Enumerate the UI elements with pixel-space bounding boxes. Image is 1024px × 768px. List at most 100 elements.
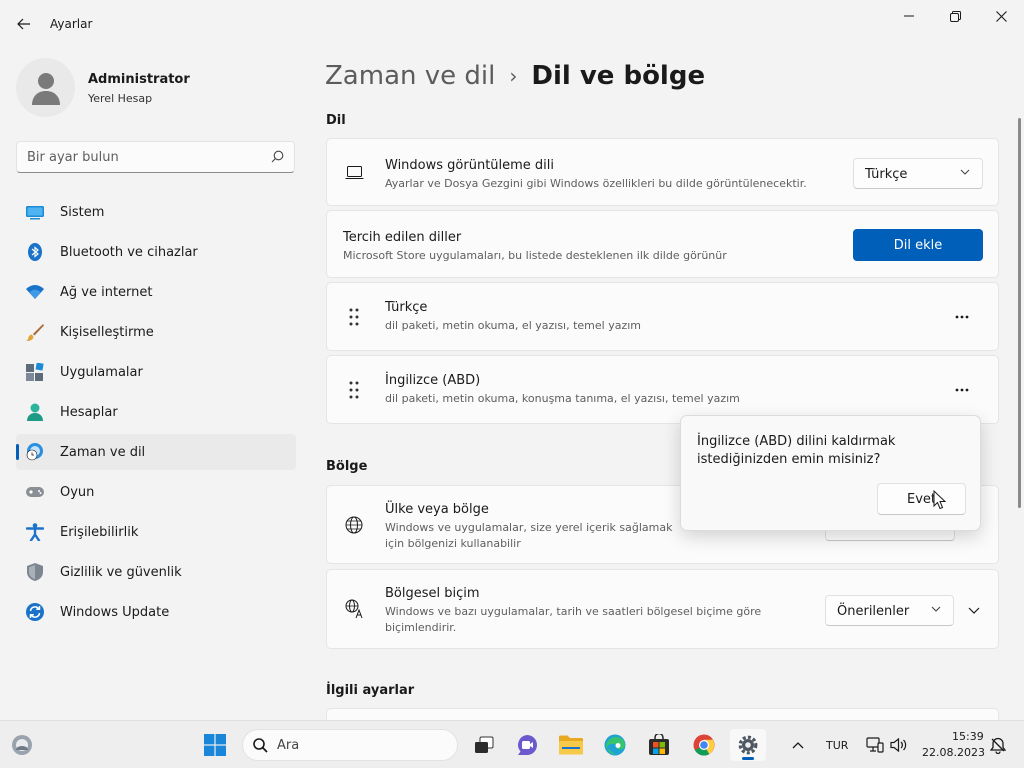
title-bar: Ayarlar [0,0,1024,48]
sidebar-item-label: Ağ ve internet [60,285,153,300]
sidebar-item-label: Kişiselleştirme [60,325,154,340]
expand-button[interactable] [960,596,988,624]
wifi-icon [26,285,44,299]
avatar [16,58,75,117]
taskbar-search[interactable]: Ara [242,729,458,761]
add-language-button[interactable]: Dil ekle [853,229,983,261]
brush-icon [26,324,44,341]
weather-widget[interactable] [4,729,40,761]
clock-date[interactable]: 22.08.2023 [922,746,985,759]
sidebar-item-apps[interactable]: Uygulamalar [16,354,296,390]
chrome-icon [693,734,715,756]
sidebar-item-label: Gizlilik ve güvenlik [60,565,182,580]
gaming-icon [26,487,44,497]
language-item-description: dil paketi, metin okuma, el yazısı, teme… [385,319,642,332]
restore-icon [949,10,961,22]
sidebar-item-label: Hesaplar [60,405,118,420]
sidebar-item-label: Bluetooth ve cihazlar [60,245,198,260]
regional-format-value: Önerilenler [837,604,910,619]
chevron-down-icon [960,169,970,175]
bluetooth-icon [28,243,42,261]
gear-icon [738,735,758,755]
more-icon [955,388,969,392]
system-icon [26,206,44,220]
edge-button[interactable] [597,729,633,761]
display-language-dropdown[interactable]: Türkçe [853,158,983,189]
scrollbar[interactable] [1018,118,1021,508]
regional-format-title: Bölgesel biçim [385,586,480,601]
chrome-button[interactable] [686,729,722,761]
laptop-icon [345,166,364,179]
section-title-language: Dil [326,113,346,128]
regional-format-description: Windows ve bazı uygulamalar, tarih ve sa… [385,605,762,634]
sidebar-item-label: Sistem [60,205,105,220]
settings-button[interactable] [730,729,766,761]
mouse-cursor-icon [933,490,946,510]
sidebar-item-time-language[interactable]: Zaman ve dil [16,434,296,470]
sidebar-nav: Sistem Bluetooth ve cihazlar Ağ ve inter… [16,194,296,634]
volume-tray-button[interactable] [886,729,912,761]
confirm-button[interactable]: Evet [877,483,966,515]
breadcrumb-parent[interactable]: Zaman ve dil [325,61,495,91]
close-icon [995,10,1007,22]
account-type: Yerel Hesap [88,92,153,105]
chat-button[interactable] [509,729,545,761]
more-options-button[interactable] [948,303,976,331]
notifications-button[interactable] [984,729,1012,761]
sidebar-item-bluetooth[interactable]: Bluetooth ve cihazlar [16,234,296,270]
volume-icon [890,737,907,753]
language-item-english: İngilizce (ABD) dil paketi, metin okuma,… [326,355,999,424]
clock-time[interactable]: 15:39 [952,730,984,743]
taskbar-search-placeholder: Ara [277,738,300,753]
sidebar-item-privacy[interactable]: Gizlilik ve güvenlik [16,554,296,590]
show-hidden-icons-button[interactable] [780,729,816,761]
back-arrow-icon [17,18,30,30]
sidebar-item-accounts[interactable]: Hesaplar [16,394,296,430]
preferred-languages-description: Microsoft Store uygulamaları, bu listede… [343,249,727,262]
app-title: Ayarlar [50,17,93,31]
weather-icon [12,735,32,755]
regional-format-dropdown[interactable]: Önerilenler [825,595,954,626]
file-explorer-button[interactable] [553,729,589,761]
chevron-down-icon [968,607,980,614]
more-options-button[interactable] [948,376,976,404]
display-language-description: Ayarlar ve Dosya Gezgini gibi Windows öz… [385,177,807,190]
drag-handle-icon[interactable] [347,381,361,399]
chevron-up-icon [792,741,804,748]
start-button[interactable] [197,729,233,761]
close-button[interactable] [978,4,1024,28]
minimize-button[interactable] [886,4,932,28]
search-icon [271,150,284,163]
sidebar-item-sistem[interactable]: Sistem [16,194,296,230]
user-icon [31,72,60,105]
more-icon [955,315,969,319]
sidebar-item-network[interactable]: Ağ ve internet [16,274,296,310]
sidebar-item-accessibility[interactable]: Erişilebilirlik [16,514,296,550]
accounts-icon [27,403,43,421]
regional-format-icon [345,599,363,619]
search-icon [253,738,268,753]
sidebar-item-personalization[interactable]: Kişiselleştirme [16,314,296,350]
input-language-indicator[interactable]: TUR [826,739,848,752]
search-placeholder: Bir ayar bulun [27,150,119,165]
restore-button[interactable] [932,4,978,28]
remove-language-flyout: İngilizce (ABD) dilini kaldırmak istediğ… [680,415,981,531]
breadcrumb-separator: › [509,64,518,88]
network-tray-button[interactable] [862,729,888,761]
sidebar-item-windows-update[interactable]: Windows Update [16,594,296,630]
country-title: Ülke veya bölge [385,502,489,517]
settings-search-input[interactable]: Bir ayar bulun [16,141,295,173]
store-button[interactable] [641,729,677,761]
task-view-button[interactable] [466,729,502,761]
language-item-turkish: Türkçe dil paketi, metin okuma, el yazıs… [326,282,999,351]
sidebar-item-gaming[interactable]: Oyun [16,474,296,510]
drag-handle-icon[interactable] [347,308,361,326]
edge-icon [604,734,626,756]
sidebar-item-label: Erişilebilirlik [60,525,139,540]
page-title: Dil ve bölge [531,61,706,91]
user-profile[interactable]: Administrator Yerel Hesap [16,58,296,118]
minimize-icon [904,15,914,17]
back-button[interactable] [10,12,38,36]
preferred-languages-title: Tercih edilen diller [343,230,462,245]
regional-format-card: Bölgesel biçim Windows ve bazı uygulamal… [326,569,999,649]
